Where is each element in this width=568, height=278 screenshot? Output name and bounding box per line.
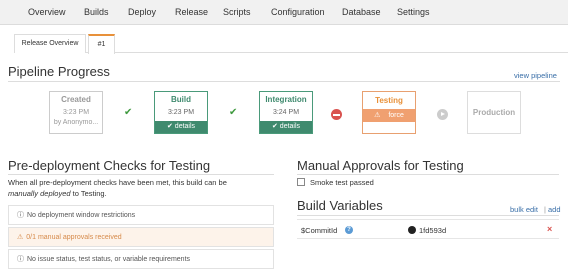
- nav-scripts[interactable]: Scripts: [223, 7, 251, 17]
- variable-name: $CommitId: [301, 226, 338, 235]
- predeploy-description: When all pre-deployment checks have been…: [8, 177, 227, 199]
- github-icon: [408, 226, 416, 234]
- delete-icon[interactable]: ×: [547, 224, 552, 234]
- stage-label: Created: [61, 95, 91, 104]
- nav-database[interactable]: Database: [342, 7, 381, 17]
- bulk-edit-link[interactable]: bulk edit: [510, 205, 538, 214]
- approval-label: Smoke test passed: [310, 178, 374, 187]
- stage-time: 3:24 PM: [272, 109, 300, 116]
- stage-by: by Anonymo...: [53, 119, 99, 126]
- tab-release-1[interactable]: #1: [88, 34, 115, 54]
- variable-row: $CommitId ? 1fd593d ×: [297, 219, 559, 239]
- stage-label: Integration: [265, 95, 307, 104]
- desc-rest: to Testing.: [70, 189, 107, 198]
- stage-production[interactable]: Production: [467, 91, 521, 134]
- nav-settings[interactable]: Settings: [397, 7, 430, 17]
- stage-testing[interactable]: Testing ⚠ force: [362, 91, 416, 134]
- add-variable-link[interactable]: add: [548, 205, 561, 214]
- check-text: No deployment window restrictions: [27, 212, 136, 219]
- checkmark-icon: ✔: [124, 107, 133, 118]
- divider: [8, 81, 560, 82]
- warning-icon: ⚠: [374, 112, 381, 119]
- stage-time: 3:23 PM: [167, 109, 195, 116]
- approvals-title: Manual Approvals for Testing: [297, 158, 464, 173]
- check-row: ⓘ No issue status, test status, or variab…: [8, 249, 274, 269]
- warning-icon: ⚠: [17, 234, 24, 241]
- desc-emphasis: manually deployed: [8, 189, 71, 198]
- details-label: details: [174, 123, 196, 130]
- nav-deploy[interactable]: Deploy: [128, 7, 156, 17]
- info-icon: ⓘ: [17, 212, 24, 219]
- info-icon: ⓘ: [17, 256, 24, 263]
- predeploy-title: Pre-deployment Checks for Testing: [8, 158, 211, 173]
- stage-time: 3:23 PM: [62, 109, 90, 116]
- stage-created[interactable]: Created 3:23 PM by Anonymo...: [49, 91, 103, 134]
- stage-integration[interactable]: Integration 3:24 PM ✔ details: [259, 91, 313, 134]
- check-icon: ✔: [166, 123, 173, 130]
- divider: [297, 174, 559, 175]
- help-icon[interactable]: ?: [345, 226, 353, 234]
- nav-overview[interactable]: Overview: [28, 7, 66, 17]
- nav-builds[interactable]: Builds: [84, 7, 109, 17]
- divider: [8, 174, 274, 175]
- check-row: ⓘ No deployment window restrictions: [8, 205, 274, 225]
- stage-label: Testing: [375, 96, 403, 105]
- check-icon: ✔: [271, 123, 278, 130]
- desc-line1: When all pre-deployment checks have been…: [8, 178, 227, 187]
- checkmark-icon: ✔: [229, 107, 238, 118]
- nav-configuration[interactable]: Configuration: [271, 7, 325, 17]
- stage-label: Build: [171, 95, 191, 104]
- link-separator: |: [544, 205, 546, 214]
- top-nav: Overview Builds Deploy Release Scripts C…: [0, 0, 568, 25]
- pipeline-title: Pipeline Progress: [8, 64, 110, 79]
- variables-title: Build Variables: [297, 198, 383, 213]
- tab-release-overview[interactable]: Release Overview: [14, 34, 86, 53]
- force-button[interactable]: ⚠ force: [363, 109, 415, 122]
- build-details-button[interactable]: ✔ details: [155, 121, 207, 133]
- divider: [297, 215, 559, 216]
- details-label: details: [279, 123, 301, 130]
- smoke-test-checkbox[interactable]: [297, 178, 305, 186]
- variable-value[interactable]: 1fd593d: [419, 226, 446, 235]
- view-pipeline-link[interactable]: view pipeline: [514, 71, 557, 80]
- integration-details-button[interactable]: ✔ details: [260, 121, 312, 133]
- blocked-icon: [331, 109, 342, 120]
- force-label: force: [388, 112, 404, 119]
- nav-release[interactable]: Release: [175, 7, 208, 17]
- check-text: 0/1 manual approvals received: [26, 234, 122, 241]
- stage-label: Production: [472, 108, 516, 117]
- check-row: ⚠ 0/1 manual approvals received: [8, 227, 274, 247]
- release-tabs: Release Overview #1: [14, 34, 568, 54]
- pending-icon: [437, 109, 448, 120]
- check-text: No issue status, test status, or variabl…: [27, 256, 191, 263]
- stage-build[interactable]: Build 3:23 PM ✔ details: [154, 91, 208, 134]
